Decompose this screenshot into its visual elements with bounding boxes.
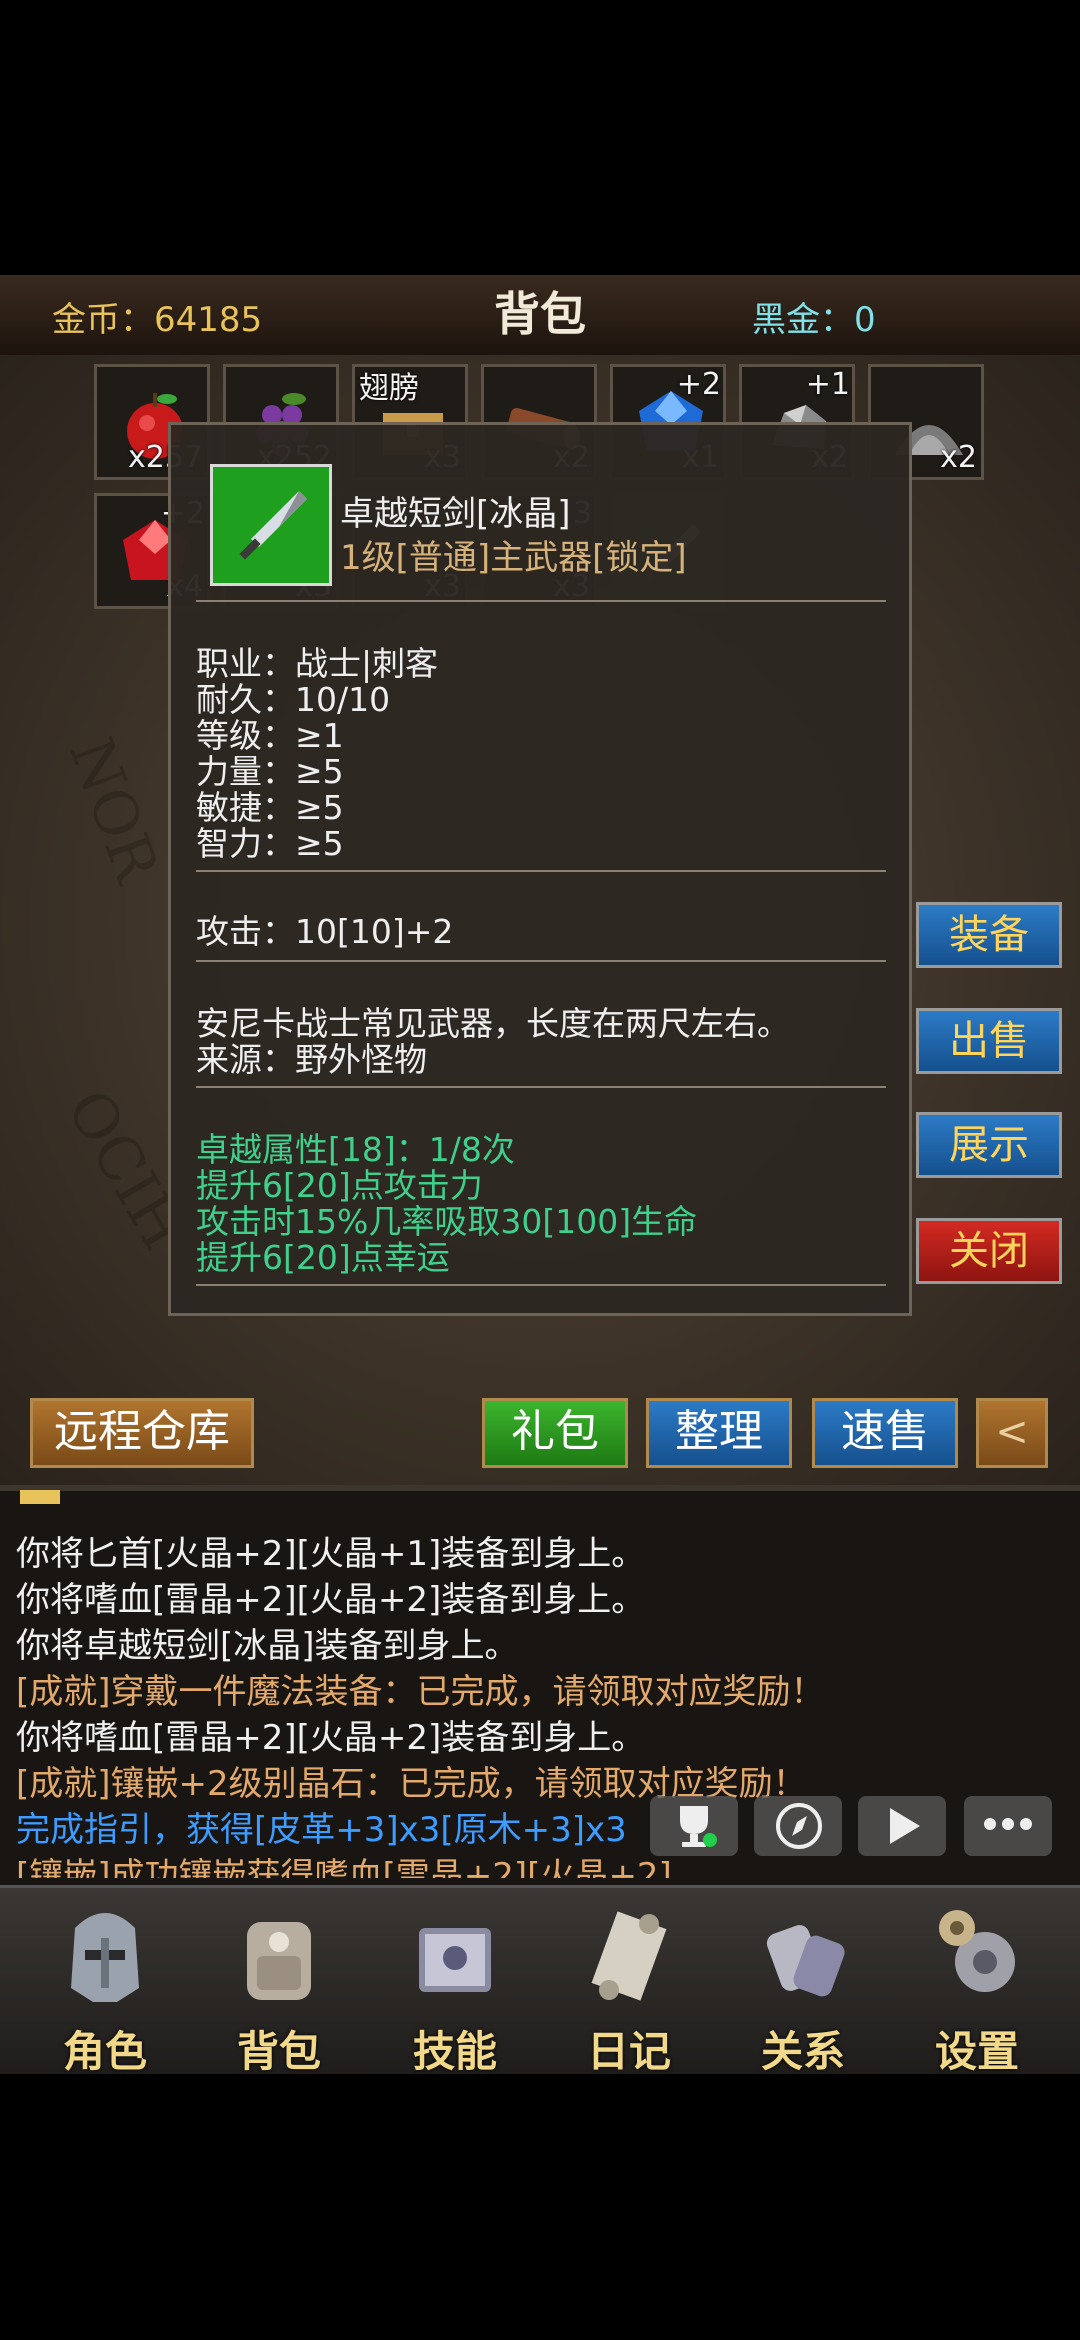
log-tab-marker: [20, 1490, 60, 1504]
nav-item-character[interactable]: 角色: [20, 1890, 190, 2076]
nav-item-journal[interactable]: 日记: [544, 1890, 714, 2076]
trophy-icon: [680, 1806, 717, 1847]
nav-label: 设置: [934, 2027, 1019, 2076]
trophy-button[interactable]: [650, 1796, 738, 1856]
log-line: 你将嗜血[雷晶+2][火晶+2]装备到身上。: [16, 1580, 646, 1620]
log-line: [成就]穿戴一件魔法装备：已完成，请领取对应奖励！: [16, 1672, 825, 1712]
gift-button[interactable]: 礼包: [482, 1398, 628, 1468]
divider: [196, 870, 886, 872]
nav-label: 角色: [62, 2027, 147, 2076]
item-count: x2: [940, 440, 977, 475]
excellent-attr: 提升6[20]点攻击力: [196, 1166, 483, 1205]
item-level: +1: [805, 367, 850, 402]
skill-book-icon: [419, 1928, 491, 1992]
chat-button[interactable]: [964, 1796, 1052, 1856]
nav-label: 背包: [236, 2027, 321, 2076]
compass-icon: [776, 1803, 822, 1849]
nav-item-relations[interactable]: 关系: [718, 1890, 888, 2076]
close-button[interactable]: 关闭: [916, 1218, 1062, 1284]
log-line: [镶嵌]成功镶嵌获得嗜血[雷晶+2][火晶+2]: [16, 1856, 672, 1878]
compass-button[interactable]: [754, 1796, 842, 1856]
collapse-button[interactable]: <: [976, 1398, 1048, 1468]
remote-storage-button[interactable]: 远程仓库: [30, 1398, 254, 1468]
divider: [196, 960, 886, 962]
helmet-icon: [71, 1913, 139, 2002]
nav-label: 日记: [586, 2027, 671, 2076]
tooltip-item-slot: [210, 464, 332, 586]
stat-class: 职业：战士|刺客: [196, 644, 439, 683]
quick-sell-button[interactable]: 速售: [812, 1398, 958, 1468]
divider: [196, 600, 886, 602]
stat-durability: 耐久：10/10: [196, 680, 391, 719]
sort-button[interactable]: 整理: [646, 1398, 792, 1468]
stat-level: 等级：≥1: [196, 716, 344, 755]
item-name: 卓越短剑[冰晶]: [340, 494, 571, 534]
log-line: 你将匕首[火晶+2][火晶+1]装备到身上。: [16, 1534, 646, 1574]
nav-item-settings[interactable]: 设置: [892, 1890, 1062, 2076]
log-line: 你将卓越短剑[冰晶]装备到身上。: [16, 1626, 519, 1666]
stat-intelligence: 智力：≥5: [196, 824, 344, 863]
log-line: 你将嗜血[雷晶+2][火晶+2]装备到身上。: [16, 1718, 646, 1758]
nav-item-skills[interactable]: 技能: [370, 1890, 540, 2076]
play-icon: [890, 1808, 920, 1844]
show-button[interactable]: 展示: [916, 1112, 1062, 1178]
black-gold-counter: 黑金：0: [752, 300, 876, 340]
excellent-attr: 攻击时15%几率吸取30[100]生命: [196, 1202, 698, 1241]
nav-label: 技能: [412, 2027, 497, 2076]
divider: [196, 1284, 886, 1286]
sell-button[interactable]: 出售: [916, 1008, 1062, 1074]
item-source: 来源：野外怪物: [196, 1040, 427, 1079]
excellent-attr-header: 卓越属性[18]：1/8次: [196, 1130, 515, 1169]
gear-icon: [939, 1910, 1015, 1992]
log-line: 完成指引，获得[皮革+3]x3[原木+3]x3: [16, 1810, 627, 1850]
stat-attack: 攻击：10[10]+2: [196, 912, 454, 951]
chat-icon: [984, 1818, 1032, 1830]
equip-button[interactable]: 装备: [916, 902, 1062, 968]
stat-agility: 敏捷：≥5: [196, 788, 344, 827]
item-description: 安尼卡战士常见武器，长度在两尺左右。: [196, 1004, 790, 1043]
stat-strength: 力量：≥5: [196, 752, 344, 791]
nav-item-backpack[interactable]: 背包: [194, 1890, 364, 2076]
divider: [196, 1086, 886, 1088]
item-tag: 翅膀: [359, 371, 419, 406]
play-button[interactable]: [858, 1796, 946, 1856]
scroll-icon: [591, 1911, 667, 2001]
item-type: 1级[普通]主武器[锁定]: [340, 538, 687, 578]
page-title: 背包: [494, 287, 586, 341]
backpack-icon: [247, 1922, 311, 2000]
gauntlet-icon: [766, 1925, 845, 1997]
excellent-attr: 提升6[20]点幸运: [196, 1238, 450, 1277]
item-level: +2: [676, 367, 721, 402]
nav-label: 关系: [760, 2027, 845, 2076]
short-sword-icon: [239, 491, 307, 560]
